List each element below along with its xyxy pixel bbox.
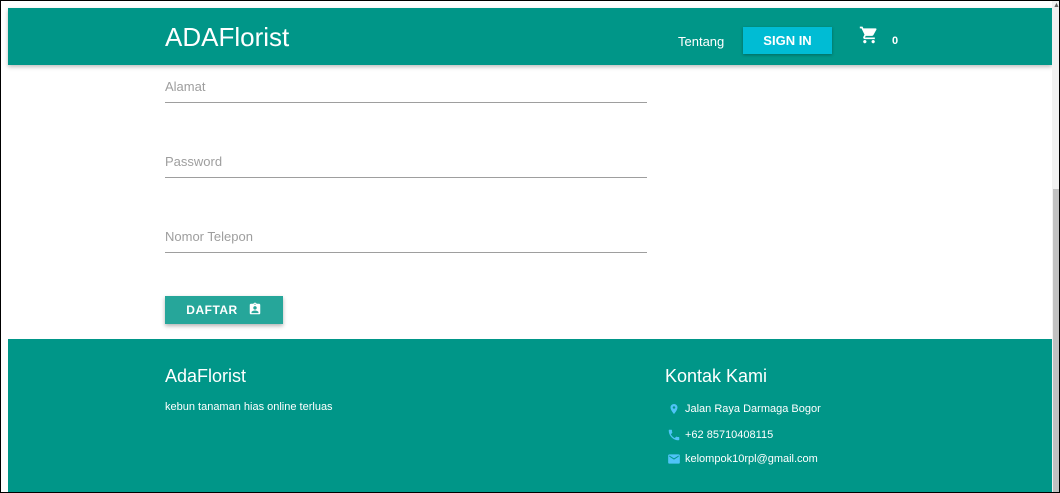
footer-tagline: kebun tanaman hias online terluas bbox=[165, 401, 333, 413]
nav-link-tentang[interactable]: Tentang bbox=[678, 34, 724, 49]
phone-field-wrapper bbox=[165, 229, 647, 253]
brand-logo[interactable]: ADAFlorist bbox=[165, 22, 289, 52]
contact-title: Kontak Kami bbox=[665, 366, 768, 386]
scrollbar-thumb[interactable] bbox=[1053, 189, 1059, 492]
cart-count-badge: 0 bbox=[892, 35, 899, 47]
password-field-wrapper bbox=[165, 154, 647, 178]
top-navbar: ADAFlorist Tentang SIGN IN 0 bbox=[8, 8, 1052, 65]
register-button[interactable]: DAFTAR bbox=[165, 296, 283, 324]
vertical-scrollbar[interactable]: ▲ bbox=[1052, 1, 1059, 492]
address-input[interactable] bbox=[165, 79, 647, 102]
password-input[interactable] bbox=[165, 154, 647, 177]
page-footer: AdaFlorist kebun tanaman hias online ter… bbox=[8, 339, 1052, 492]
contact-address-text: Jalan Raya Darmaga Bogor bbox=[685, 403, 821, 415]
contact-email: kelompok10rpl@gmail.com bbox=[665, 451, 818, 467]
sign-in-button[interactable]: SIGN IN bbox=[743, 27, 832, 54]
scroll-up-arrow-icon[interactable]: ▲ bbox=[1053, 2, 1059, 10]
register-button-label: DAFTAR bbox=[186, 303, 238, 317]
shopping-cart-icon[interactable] bbox=[859, 25, 879, 45]
contact-phone: +62 85710408115 bbox=[665, 427, 773, 443]
location-pin-icon bbox=[665, 401, 683, 417]
registration-form: DAFTAR bbox=[8, 65, 1052, 339]
phone-number-input[interactable] bbox=[165, 229, 647, 252]
contact-phone-text: +62 85710408115 bbox=[685, 429, 774, 441]
mail-icon bbox=[665, 451, 683, 467]
assignment-ind-icon bbox=[248, 302, 262, 319]
address-field-wrapper bbox=[165, 79, 647, 103]
contact-address: Jalan Raya Darmaga Bogor bbox=[665, 401, 821, 417]
contact-email-text[interactable]: kelompok10rpl@gmail.com bbox=[685, 453, 818, 465]
phone-icon bbox=[665, 427, 683, 443]
footer-brand: AdaFlorist bbox=[165, 366, 247, 386]
browser-viewport: ADAFlorist Tentang SIGN IN 0 DAFTAR bbox=[0, 0, 1060, 493]
